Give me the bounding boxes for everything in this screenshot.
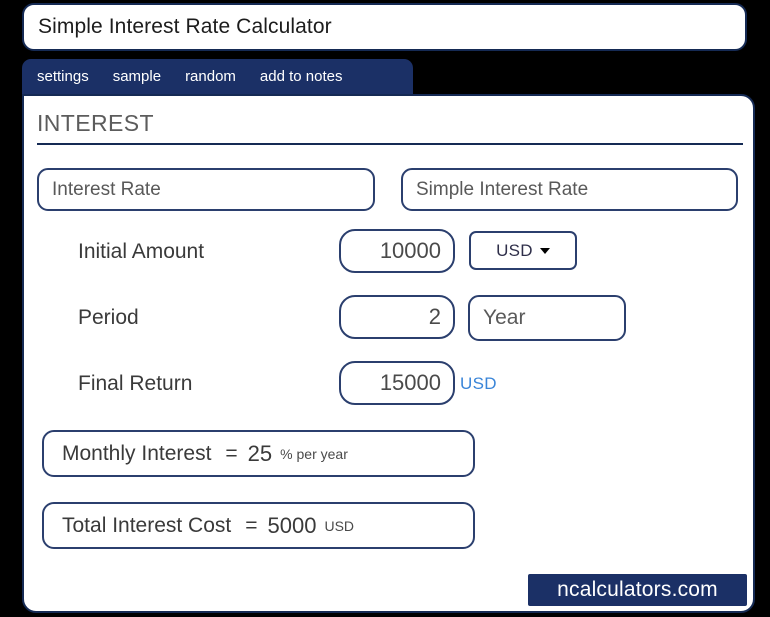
total-interest-cost-value: 5000: [267, 512, 317, 538]
tab-sample[interactable]: sample: [113, 69, 161, 84]
monthly-interest-value: 25: [247, 440, 273, 466]
monthly-interest-result: Monthly Interest = 25 % per year: [42, 430, 475, 477]
initial-amount-currency-value: USD: [496, 240, 533, 260]
calculation-type-field[interactable]: Interest Rate: [37, 168, 375, 211]
total-interest-cost-equals: =: [245, 513, 258, 537]
calculation-mode-value: Simple Interest Rate: [416, 178, 589, 200]
period-input[interactable]: 2: [339, 295, 455, 339]
page-title: Simple Interest Rate Calculator: [38, 15, 332, 38]
window-title-bar: Simple Interest Rate Calculator: [22, 3, 747, 51]
app-root: Simple Interest Rate Calculator settings…: [0, 0, 770, 617]
period-unit-value: Year: [483, 306, 526, 329]
final-return-value: 15000: [379, 370, 441, 395]
tab-bar: settings sample random add to notes: [22, 59, 413, 94]
watermark-text: ncalculators.com: [557, 578, 718, 601]
total-interest-cost-result: Total Interest Cost = 5000 USD: [42, 502, 475, 549]
monthly-interest-equals: =: [225, 441, 238, 465]
tab-random[interactable]: random: [185, 69, 236, 84]
initial-amount-value: 10000: [379, 238, 441, 263]
total-interest-cost-label: Total Interest Cost: [62, 513, 232, 537]
period-unit-field[interactable]: Year: [468, 295, 626, 341]
period-label: Period: [78, 306, 139, 329]
final-return-currency-label: USD: [460, 374, 497, 393]
calculator-panel: INTEREST Interest Rate Simple Interest R…: [22, 94, 755, 613]
total-interest-cost-unit: USD: [324, 517, 355, 534]
calculation-type-value: Interest Rate: [52, 178, 161, 200]
monthly-interest-unit: % per year: [280, 445, 348, 462]
final-return-label: Final Return: [78, 372, 193, 395]
tab-settings[interactable]: settings: [37, 69, 89, 84]
calculation-mode-field[interactable]: Simple Interest Rate: [401, 168, 738, 211]
initial-amount-label: Initial Amount: [78, 240, 205, 263]
chevron-down-icon: [539, 247, 550, 254]
initial-amount-currency-select[interactable]: USD: [469, 231, 577, 270]
period-value: 2: [428, 304, 441, 329]
section-title: INTEREST: [37, 110, 154, 136]
section-header: INTEREST: [37, 110, 743, 145]
final-return-input[interactable]: 15000: [339, 361, 455, 405]
monthly-interest-label: Monthly Interest: [62, 441, 212, 465]
site-watermark: ncalculators.com: [528, 574, 747, 606]
initial-amount-input[interactable]: 10000: [339, 229, 455, 273]
tab-add-to-notes[interactable]: add to notes: [260, 69, 343, 84]
